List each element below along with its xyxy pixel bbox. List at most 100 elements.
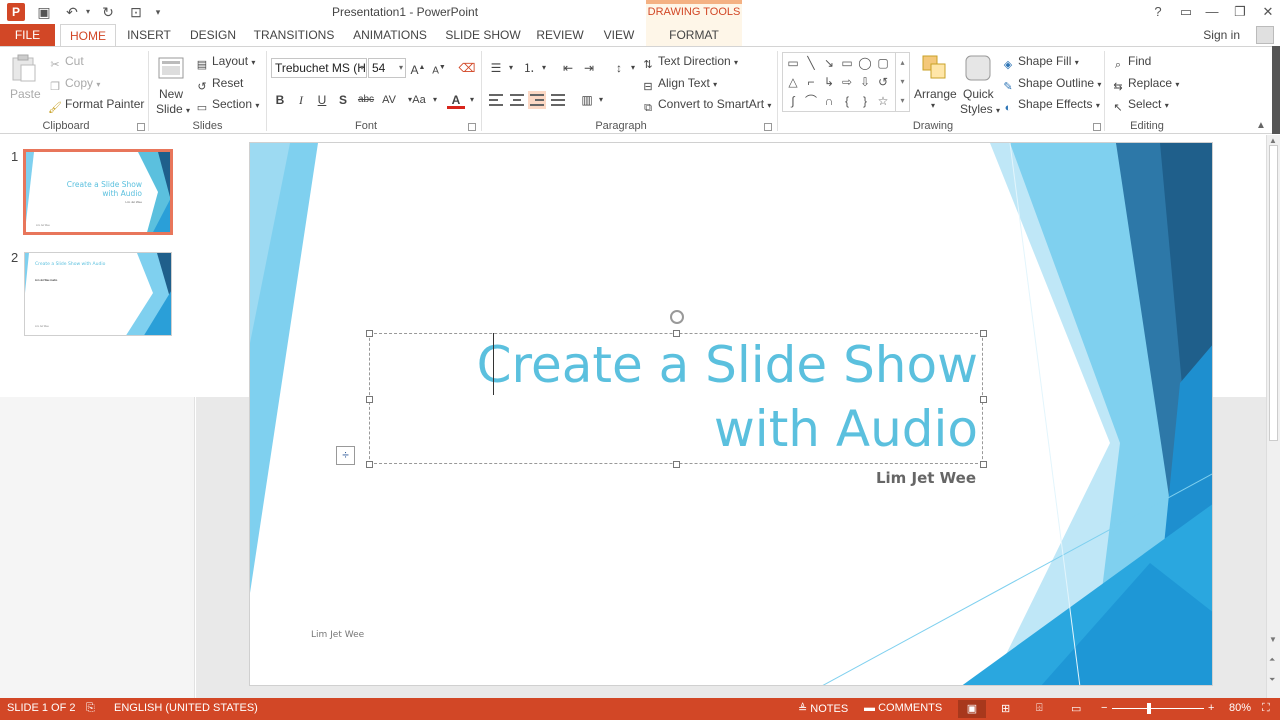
customize-qat-icon[interactable]: ▾ <box>148 2 168 22</box>
right-brace-shape-icon[interactable]: } <box>857 93 873 109</box>
tab-transitions[interactable]: TRANSITIONS <box>250 24 338 46</box>
slide-canvas[interactable]: Create a Slide Show with Audio Lim Jet W… <box>249 142 1213 686</box>
elbow-arrow-shape-icon[interactable]: ↳ <box>821 74 837 90</box>
justify-icon[interactable] <box>549 91 567 109</box>
align-right-icon[interactable] <box>528 91 546 109</box>
normal-view-icon[interactable]: ▣ <box>958 700 986 718</box>
shape-fill-button[interactable]: ◈ Shape Fill ▾ <box>1001 54 1079 72</box>
slide-footer[interactable]: Lim Jet Wee <box>311 630 364 640</box>
resize-handle[interactable] <box>980 396 987 403</box>
quick-styles-button[interactable]: Styles ▾ <box>960 102 1000 116</box>
user-avatar-icon[interactable] <box>1256 26 1274 44</box>
slide-thumbnail-1[interactable]: Create a Slide Show with Audio Lim Jet W… <box>23 149 173 235</box>
tab-format[interactable]: FORMAT <box>646 24 742 46</box>
section-button[interactable]: ▭ Section ▾ <box>195 97 260 115</box>
numbering-dropdown-icon[interactable]: ▾ <box>535 59 553 77</box>
arrow-line-shape-icon[interactable]: ↘ <box>821 55 837 71</box>
shape-effects-button[interactable]: ◐ Shape Effects ▾ <box>1001 97 1100 115</box>
change-case-dropdown-icon[interactable]: ▾ <box>426 91 444 109</box>
italic-button[interactable]: I <box>292 91 310 109</box>
underline-button[interactable]: U <box>313 91 331 109</box>
bold-button[interactable]: B <box>271 91 289 109</box>
clipboard-launcher-icon[interactable] <box>137 123 145 131</box>
tab-review[interactable]: REVIEW <box>532 24 588 46</box>
text-direction-button[interactable]: ⇅ Text Direction ▾ <box>641 54 738 72</box>
paste-button[interactable]: Paste <box>10 87 41 101</box>
save-icon[interactable]: ▣ <box>34 2 54 22</box>
font-color-dropdown-icon[interactable]: ▾ <box>463 91 481 109</box>
zoom-out-icon[interactable]: − <box>1101 702 1107 714</box>
resize-handle[interactable] <box>980 330 987 337</box>
clear-formatting-icon[interactable]: ⌫ <box>458 59 476 77</box>
curve-shape-icon[interactable]: ⌒ <box>803 93 819 109</box>
undo-dropdown-icon[interactable]: ▾ <box>78 2 98 22</box>
quick-styles-icon[interactable] <box>963 53 993 83</box>
tab-animations[interactable]: ANIMATIONS <box>346 24 434 46</box>
decrease-indent-icon[interactable]: ⇤ <box>559 59 577 77</box>
oval-shape-icon[interactable]: ◯ <box>857 55 873 71</box>
triangle-shape-icon[interactable]: △ <box>785 74 801 90</box>
zoom-level[interactable]: 80% <box>1229 702 1251 714</box>
replace-button[interactable]: ⇆ Replace ▾ <box>1111 76 1179 94</box>
rectangle-shape-icon[interactable]: ▭ <box>839 55 855 71</box>
elbow-connector-shape-icon[interactable]: ⌐ <box>803 74 819 90</box>
tab-slide-show[interactable]: SLIDE SHOW <box>442 24 524 46</box>
arc-shape-icon[interactable]: ∩ <box>821 93 837 109</box>
columns-dropdown-icon[interactable]: ▾ <box>592 91 610 109</box>
character-spacing-button[interactable]: AV <box>378 91 400 109</box>
font-size-combobox[interactable]: 54 ▾ <box>368 58 406 78</box>
cut-button[interactable]: ✂ Cut <box>48 54 83 72</box>
line-spacing-dropdown-icon[interactable]: ▾ <box>624 59 642 77</box>
arrange-icon[interactable] <box>920 53 950 83</box>
previous-slide-icon[interactable]: ⏶ <box>1269 655 1275 665</box>
line-shape-icon[interactable]: ╲ <box>803 55 819 71</box>
convert-smartart-button[interactable]: ⧉ Convert to SmartArt ▾ <box>641 97 771 115</box>
tab-home[interactable]: HOME <box>60 24 116 46</box>
arrange-dropdown-icon[interactable]: ▾ <box>931 101 935 110</box>
format-painter-button[interactable]: 🖌 Format Painter <box>48 97 144 115</box>
textbox-shape-icon[interactable]: ▭ <box>785 55 801 71</box>
resize-handle[interactable] <box>980 461 987 468</box>
align-left-icon[interactable] <box>487 91 505 109</box>
start-from-beginning-icon[interactable]: ⊡ <box>126 2 146 22</box>
next-slide-icon[interactable]: ⏷ <box>1269 675 1275 685</box>
paste-icon[interactable] <box>9 53 39 83</box>
new-slide-icon[interactable] <box>157 53 187 83</box>
scroll-up-icon[interactable]: ▲ <box>1269 136 1277 145</box>
grow-font-icon[interactable]: A▲ <box>409 59 427 77</box>
tab-file[interactable]: FILE <box>0 24 55 46</box>
new-slide-button[interactable]: Slide ▾ <box>156 102 190 116</box>
resize-handle[interactable] <box>366 461 373 468</box>
find-button[interactable]: ⌕ Find <box>1111 54 1151 72</box>
left-brace-shape-icon[interactable]: { <box>839 93 855 109</box>
slide-title[interactable]: Create a Slide Show with Audio <box>370 333 978 461</box>
tab-view[interactable]: VIEW <box>596 24 642 46</box>
spell-check-icon[interactable]: ⎘ <box>86 702 95 715</box>
reading-view-icon[interactable]: ⌹ <box>1036 702 1043 715</box>
select-button[interactable]: ↖ Select ▾ <box>1111 97 1168 115</box>
collapse-ribbon-icon[interactable]: ▲ <box>1256 120 1266 131</box>
slide-subtitle[interactable]: Lim Jet Wee <box>750 469 976 487</box>
slide-sorter-view-icon[interactable]: ⊞ <box>1001 702 1010 715</box>
font-name-combobox[interactable]: Trebuchet MS (H ▾ <box>271 58 367 78</box>
slide-show-view-icon[interactable]: ▭ <box>1071 702 1081 715</box>
strikethrough-button[interactable]: abc <box>355 91 377 109</box>
new-slide-label[interactable]: New <box>159 87 183 101</box>
increase-indent-icon[interactable]: ⇥ <box>580 59 598 77</box>
restore-button[interactable]: ❐ <box>1228 2 1252 22</box>
zoom-slider-knob[interactable] <box>1147 703 1151 714</box>
bullets-dropdown-icon[interactable]: ▾ <box>502 59 520 77</box>
resize-handle[interactable] <box>673 461 680 468</box>
font-name-dropdown-icon[interactable]: ▾ <box>360 59 364 77</box>
shapes-gallery-scroll[interactable]: ▴ ▾ ▾ <box>895 53 909 111</box>
reset-button[interactable]: ↺ Reset <box>195 76 243 94</box>
down-arrow-shape-icon[interactable]: ⇩ <box>857 74 873 90</box>
arrange-button[interactable]: Arrange <box>914 87 957 101</box>
sign-in-link[interactable]: Sign in <box>1203 28 1240 42</box>
align-center-icon[interactable] <box>508 91 526 109</box>
paragraph-launcher-icon[interactable] <box>764 123 772 131</box>
copy-button[interactable]: ❐ Copy ▾ <box>48 76 100 94</box>
minimize-button[interactable]: — <box>1200 2 1224 22</box>
quick-styles-label[interactable]: Quick <box>963 87 994 101</box>
rounded-rectangle-shape-icon[interactable]: ▢ <box>875 55 891 71</box>
